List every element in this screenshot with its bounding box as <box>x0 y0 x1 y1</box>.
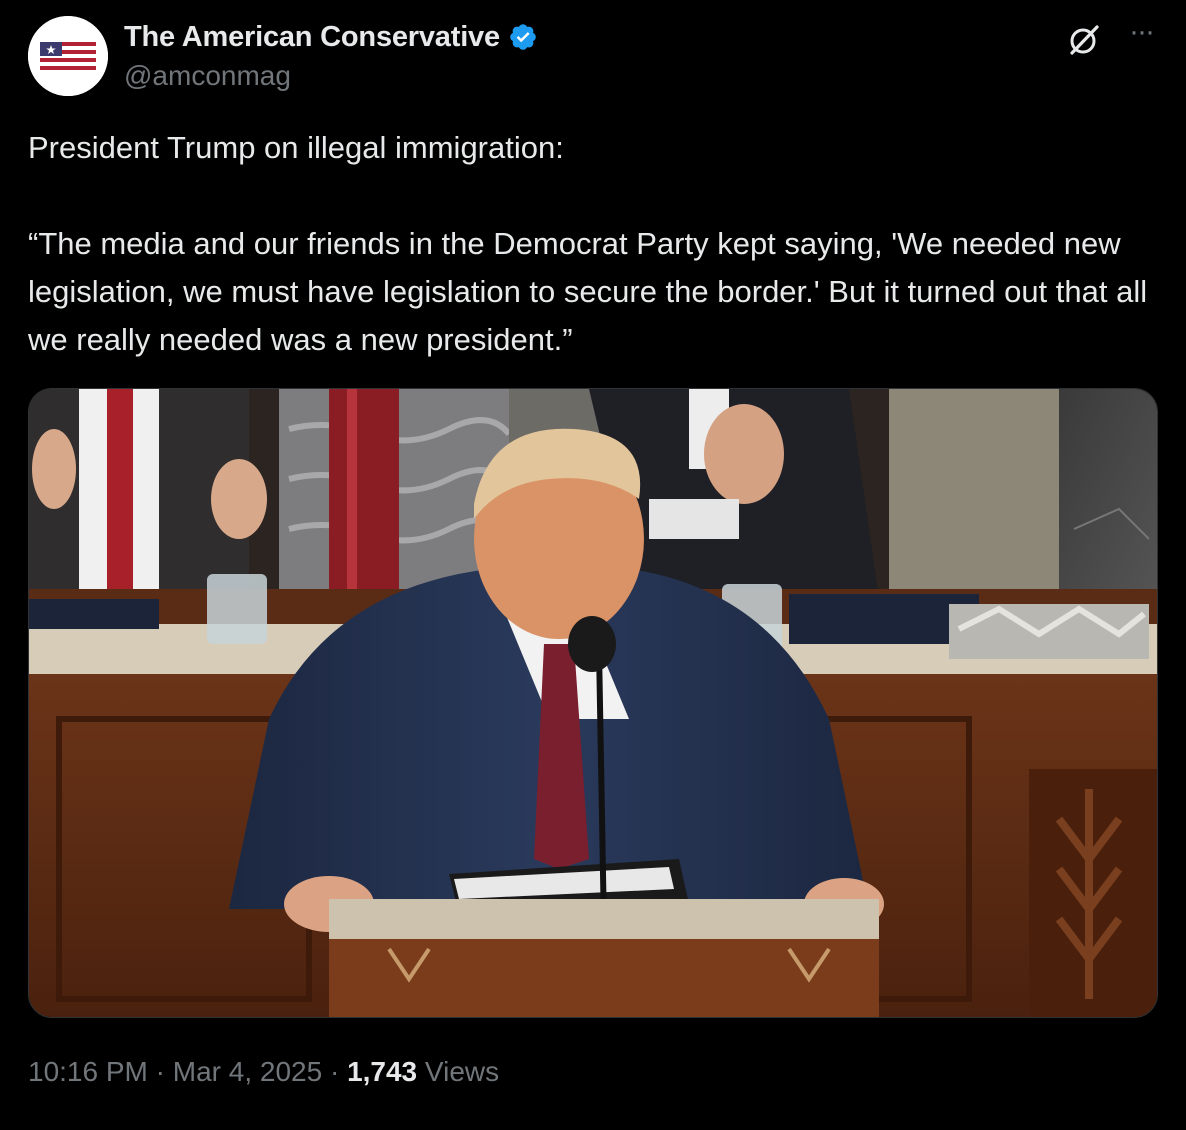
more-options-icon[interactable]: ··· <box>1124 17 1158 52</box>
tweet-time[interactable]: 10:16 PM <box>28 1056 148 1087</box>
display-name[interactable]: The American Conservative <box>124 21 500 54</box>
speaker-at-podium-image <box>29 389 1157 1017</box>
tweet-text: President Trump on illegal immigration: … <box>28 124 1158 364</box>
tweet: The American Conservative @amconmag ··· … <box>0 0 1186 1130</box>
tweet-quote: “The media and our friends in the Democr… <box>28 226 1148 357</box>
tweet-media-photo[interactable] <box>28 388 1158 1018</box>
american-flag-logo-icon <box>28 16 108 96</box>
tweet-meta: 10:16 PM · Mar 4, 2025 · 1,743 Views <box>28 1056 499 1088</box>
tweet-date[interactable]: Mar 4, 2025 <box>173 1056 322 1087</box>
name-row: The American Conservative <box>124 18 538 56</box>
grok-icon[interactable] <box>1066 22 1102 58</box>
meta-separator: · <box>155 1056 165 1087</box>
handle[interactable]: @amconmag <box>124 60 291 92</box>
avatar[interactable] <box>28 16 108 96</box>
meta-separator: · <box>329 1056 340 1087</box>
verified-badge-icon[interactable] <box>508 22 538 52</box>
tweet-intro: President Trump on illegal immigration: <box>28 130 564 165</box>
views-count[interactable]: 1,743 <box>347 1056 417 1087</box>
views-label[interactable]: Views <box>425 1056 499 1087</box>
